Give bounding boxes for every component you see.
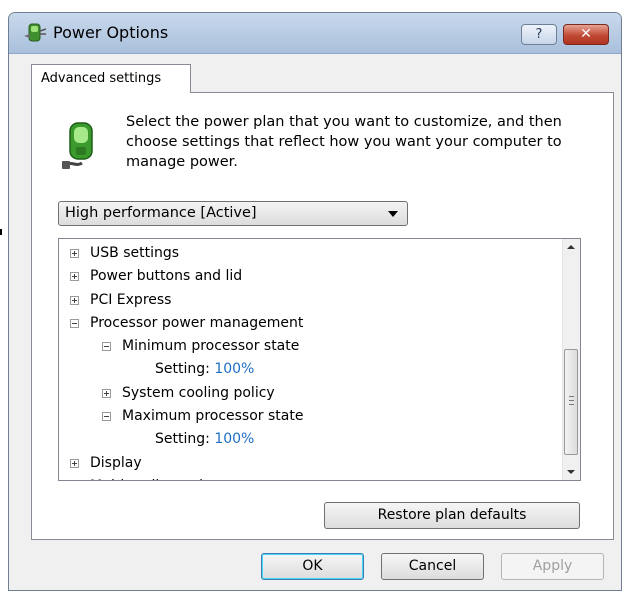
restore-plan-defaults-button[interactable]: Restore plan defaults <box>324 502 580 529</box>
scroll-down-arrow-icon[interactable] <box>567 470 575 474</box>
tree-row[interactable]: Power buttons and lid <box>59 265 549 288</box>
tree-row[interactable]: Multimedia settings <box>59 475 549 480</box>
tree-row-text: PCI Express <box>90 291 172 308</box>
tree-row-label: Power buttons and lid <box>90 265 242 288</box>
tree-row[interactable]: Setting: 100% <box>59 428 549 451</box>
tree-row-text: Setting: <box>155 431 210 448</box>
battery-plug-icon <box>62 122 93 169</box>
tree-row-text: Multimedia settings <box>90 478 228 480</box>
expand-plus-icon[interactable] <box>102 388 111 398</box>
tree-row-label: Minimum processor state <box>122 335 299 358</box>
grip-icon <box>569 396 574 405</box>
tree-row-label: Display <box>90 452 142 475</box>
expand-plus-icon[interactable] <box>70 249 79 258</box>
tree-row-label: PCI Express <box>90 289 171 312</box>
tree-row-label: Setting: 100% <box>155 428 254 451</box>
tree-row[interactable]: PCI Express <box>59 289 549 312</box>
tree-row-text: System cooling policy <box>122 384 275 401</box>
help-button[interactable]: ? <box>521 24 557 45</box>
tree-row-text: Setting: <box>155 361 210 378</box>
tree-row-text: Minimum processor state <box>122 338 300 355</box>
setting-value-link[interactable]: 100% <box>214 431 254 447</box>
collapse-minus-icon[interactable] <box>102 342 111 352</box>
tree-row[interactable]: Processor power management <box>59 312 549 335</box>
collapse-minus-icon[interactable] <box>102 412 111 422</box>
power-options-dialog: Power Options ? ✕ Advanced settings Sele… <box>8 12 622 591</box>
tree-row-label: System cooling policy <box>122 382 275 405</box>
setting-value-link[interactable]: 100% <box>214 361 254 377</box>
expand-plus-icon[interactable] <box>70 295 79 305</box>
intro-text: Select the power plan that you want to c… <box>126 114 562 170</box>
tree-row-label: USB settings <box>90 242 179 265</box>
expand-plus-icon[interactable] <box>70 458 79 468</box>
tree-row-text: Maximum processor state <box>122 408 304 425</box>
tree-row-label: Processor power management <box>90 312 303 335</box>
tree-row[interactable]: System cooling policy <box>59 382 549 405</box>
title-bar[interactable]: Power Options ? ✕ <box>9 13 621 54</box>
close-icon: ✕ <box>580 26 592 42</box>
tree-row[interactable]: Maximum processor state <box>59 405 549 428</box>
tree-row-text: Processor power management <box>90 314 304 331</box>
power-options-icon <box>24 23 47 42</box>
apply-button: Apply <box>501 553 604 580</box>
tree-row-text: USB settings <box>90 245 180 261</box>
tree-row-text: Display <box>90 454 142 471</box>
power-plan-dropdown[interactable]: High performance [Active] <box>58 201 408 226</box>
settings-tree-rows: USB settings Power buttons and lid PCI Exp… <box>59 242 549 480</box>
tree-row[interactable]: Setting: 100% <box>59 358 549 381</box>
scrollbar-thumb[interactable] <box>564 349 578 455</box>
scroll-up-arrow-icon[interactable] <box>567 245 575 249</box>
power-plan-value: High performance [Active] <box>65 205 257 221</box>
dropdown-arrow-icon[interactable] <box>388 211 398 217</box>
tree-row-label: Setting: 100% <box>155 358 254 381</box>
window-title: Power Options <box>53 23 169 42</box>
expand-plus-icon[interactable] <box>70 272 79 282</box>
tree-row[interactable]: Minimum processor state <box>59 335 549 358</box>
collapse-minus-icon[interactable] <box>70 318 79 328</box>
tree-row[interactable]: Display <box>59 452 549 475</box>
tab-advanced-settings[interactable]: Advanced settings <box>31 64 191 93</box>
tree-row-label: Multimedia settings <box>90 475 228 480</box>
cancel-button[interactable]: Cancel <box>381 553 484 580</box>
ok-button[interactable]: OK <box>261 553 364 580</box>
close-button[interactable]: ✕ <box>563 24 609 45</box>
edge-mark <box>0 229 2 235</box>
advanced-settings-panel: Select the power plan that you want to c… <box>31 92 614 540</box>
tree-row[interactable]: USB settings <box>59 242 549 265</box>
settings-tree[interactable]: USB settings Power buttons and lid PCI Exp… <box>58 238 581 481</box>
tree-row-label: Maximum processor state <box>122 405 303 428</box>
tree-scrollbar[interactable] <box>562 239 580 480</box>
tree-row-text: Power buttons and lid <box>90 268 243 285</box>
